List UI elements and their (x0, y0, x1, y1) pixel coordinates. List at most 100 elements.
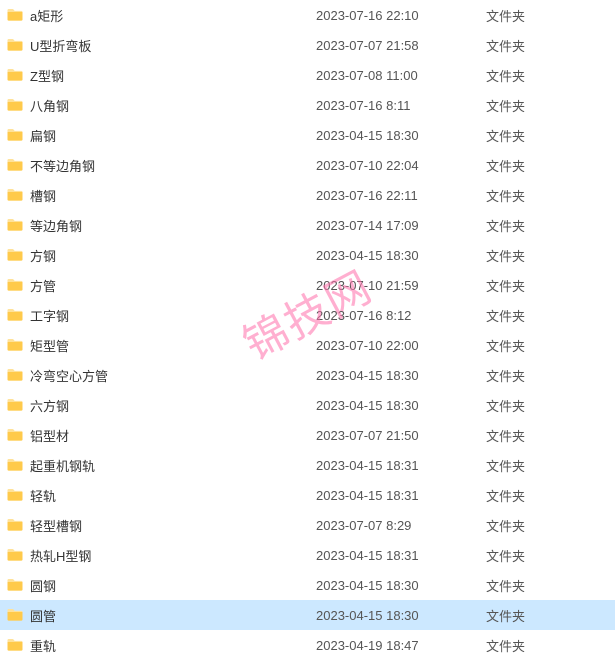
file-name-cell: 起重机钢轨 (6, 456, 316, 475)
file-row[interactable]: 重轨2023-04-19 18:47文件夹 (0, 630, 615, 660)
file-row[interactable]: U型折弯板 2023-07-07 21:58文件夹 (0, 30, 615, 60)
file-type-cell: 文件夹 (486, 186, 615, 205)
folder-icon (6, 456, 24, 474)
folder-icon (6, 576, 24, 594)
file-row[interactable]: Z型钢2023-07-08 11:00文件夹 (0, 60, 615, 90)
file-type-cell: 文件夹 (486, 486, 615, 505)
file-type-cell: 文件夹 (486, 276, 615, 295)
file-name-label: Z型钢 (30, 66, 64, 85)
file-row[interactable]: 起重机钢轨2023-04-15 18:31文件夹 (0, 450, 615, 480)
file-type-cell: 文件夹 (486, 306, 615, 325)
file-name-label: 轻型槽钢 (30, 516, 82, 535)
file-row[interactable]: 槽钢2023-07-16 22:11文件夹 (0, 180, 615, 210)
file-type-cell: 文件夹 (486, 6, 615, 25)
file-name-label: 圆管 (30, 606, 56, 625)
file-name-cell: 轻型槽钢 (6, 516, 316, 535)
file-name-label: 不等边角钢 (30, 156, 95, 175)
file-type-cell: 文件夹 (486, 66, 615, 85)
file-name-label: 方钢 (30, 246, 56, 265)
file-name-label: 热轧H型钢 (30, 546, 91, 565)
file-type-cell: 文件夹 (486, 336, 615, 355)
file-row[interactable]: 热轧H型钢 2023-04-15 18:31文件夹 (0, 540, 615, 570)
folder-icon (6, 156, 24, 174)
file-name-cell: 槽钢 (6, 186, 316, 205)
file-type-cell: 文件夹 (486, 216, 615, 235)
file-date-cell: 2023-07-16 22:10 (316, 8, 486, 23)
file-date-cell: 2023-04-15 18:30 (316, 248, 486, 263)
folder-icon (6, 636, 24, 654)
file-date-cell: 2023-04-15 18:31 (316, 488, 486, 503)
file-date-cell: 2023-07-16 8:11 (316, 98, 486, 113)
file-name-cell: a矩形 (6, 6, 316, 25)
file-type-cell: 文件夹 (486, 546, 615, 565)
file-row[interactable]: 扁钢2023-04-15 18:30文件夹 (0, 120, 615, 150)
file-name-cell: 工字钢 (6, 306, 316, 325)
file-row[interactable]: 铝型材2023-07-07 21:50文件夹 (0, 420, 615, 450)
file-name-cell: 热轧H型钢 (6, 546, 316, 565)
file-date-cell: 2023-04-15 18:30 (316, 368, 486, 383)
folder-icon (6, 186, 24, 204)
folder-icon (6, 66, 24, 84)
file-name-label: 圆钢 (30, 576, 56, 595)
file-type-cell: 文件夹 (486, 366, 615, 385)
file-type-cell: 文件夹 (486, 36, 615, 55)
folder-icon (6, 6, 24, 24)
file-name-cell: 六方钢 (6, 396, 316, 415)
file-row[interactable]: 轻型槽钢2023-07-07 8:29文件夹 (0, 510, 615, 540)
folder-icon (6, 546, 24, 564)
file-name-label: 起重机钢轨 (30, 456, 95, 475)
file-name-cell: Z型钢 (6, 66, 316, 85)
file-date-cell: 2023-04-15 18:30 (316, 128, 486, 143)
file-name-label: 轻轨 (30, 486, 56, 505)
file-row[interactable]: 冷弯空心方管 2023-04-15 18:30文件夹 (0, 360, 615, 390)
file-row[interactable]: 方钢2023-04-15 18:30文件夹 (0, 240, 615, 270)
file-date-cell: 2023-07-10 21:59 (316, 278, 486, 293)
file-name-label: 铝型材 (30, 426, 69, 445)
file-row[interactable]: 轻轨 2023-04-15 18:31文件夹 (0, 480, 615, 510)
file-date-cell: 2023-04-15 18:30 (316, 578, 486, 593)
file-row[interactable]: 圆管 2023-04-15 18:30文件夹 (0, 600, 615, 630)
file-name-label: 冷弯空心方管 (30, 366, 108, 385)
file-name-cell: 不等边角钢 (6, 156, 316, 175)
file-date-cell: 2023-04-15 18:31 (316, 548, 486, 563)
file-type-cell: 文件夹 (486, 156, 615, 175)
file-list: a矩形2023-07-16 22:10文件夹U型折弯板2023-07-07 21… (0, 0, 615, 660)
file-type-cell: 文件夹 (486, 426, 615, 445)
file-name-label: U型折弯板 (30, 36, 91, 55)
file-type-cell: 文件夹 (486, 636, 615, 655)
file-date-cell: 2023-04-15 18:30 (316, 398, 486, 413)
folder-icon (6, 126, 24, 144)
file-row[interactable]: 六方钢2023-04-15 18:30文件夹 (0, 390, 615, 420)
file-row[interactable]: 圆钢2023-04-15 18:30文件夹 (0, 570, 615, 600)
file-date-cell: 2023-07-14 17:09 (316, 218, 486, 233)
folder-icon (6, 366, 24, 384)
file-row[interactable]: 等边角钢 2023-07-14 17:09文件夹 (0, 210, 615, 240)
file-row[interactable]: 工字钢2023-07-16 8:12文件夹 (0, 300, 615, 330)
file-name-label: 槽钢 (30, 186, 56, 205)
file-name-label: 等边角钢 (30, 216, 82, 235)
file-name-cell: 八角钢 (6, 96, 316, 115)
file-name-cell: 铝型材 (6, 426, 316, 445)
folder-icon (6, 36, 24, 54)
file-name-cell: U型折弯板 (6, 36, 316, 55)
file-row[interactable]: 方管 2023-07-10 21:59文件夹 (0, 270, 615, 300)
file-row[interactable]: a矩形2023-07-16 22:10文件夹 (0, 0, 615, 30)
file-date-cell: 2023-07-10 22:04 (316, 158, 486, 173)
file-type-cell: 文件夹 (486, 516, 615, 535)
file-type-cell: 文件夹 (486, 96, 615, 115)
file-row[interactable]: 不等边角钢 2023-07-10 22:04文件夹 (0, 150, 615, 180)
file-name-label: 方管 (30, 276, 56, 295)
file-name-label: 矩型管 (30, 336, 69, 355)
file-name-cell: 圆钢 (6, 576, 316, 595)
folder-icon (6, 486, 24, 504)
file-row[interactable]: 八角钢 2023-07-16 8:11文件夹 (0, 90, 615, 120)
folder-icon (6, 396, 24, 414)
folder-icon (6, 276, 24, 294)
file-name-label: 八角钢 (30, 96, 69, 115)
file-name-label: 扁钢 (30, 126, 56, 145)
file-date-cell: 2023-04-15 18:30 (316, 608, 486, 623)
file-date-cell: 2023-07-07 21:58 (316, 38, 486, 53)
file-date-cell: 2023-07-10 22:00 (316, 338, 486, 353)
file-row[interactable]: 矩型管 2023-07-10 22:00文件夹 (0, 330, 615, 360)
file-type-cell: 文件夹 (486, 606, 615, 625)
